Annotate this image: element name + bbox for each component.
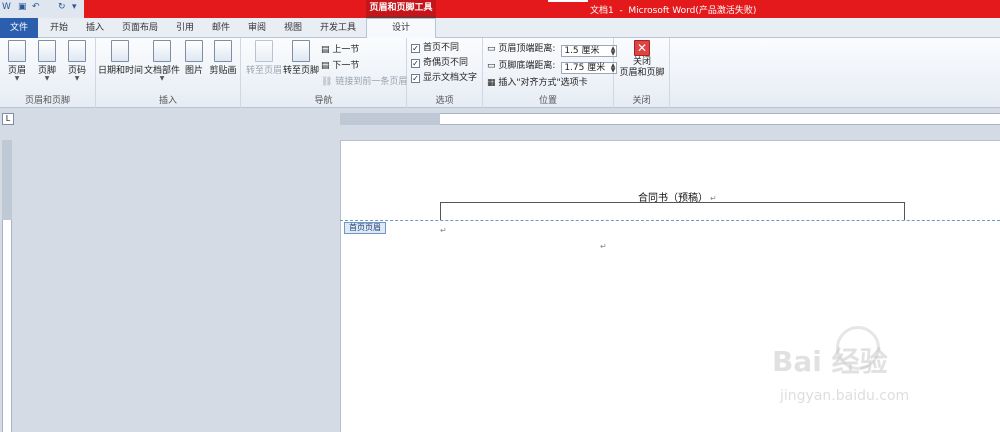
group-close: ✕ 关闭 页眉和页脚 关闭 [614, 38, 670, 108]
document-heading[interactable]: 合同书（预稿） ↵ [638, 189, 717, 204]
group-label: 关闭 [632, 96, 651, 106]
goto-header-button[interactable]: 转至页眉 [245, 40, 283, 76]
paragraph-mark: ↵ [710, 194, 717, 203]
header-boundary [340, 220, 1000, 221]
link-previous-button[interactable]: ⛓ 链接到前一条页眉 [321, 74, 407, 87]
tab-page-layout[interactable]: 页面布局 [116, 21, 164, 37]
tab-design[interactable]: 设计 [366, 18, 436, 39]
picture-icon [185, 40, 203, 62]
ribbon: 页眉 ▼ 页脚 ▼ 页码 ▼ 页眉和页脚 日期和时间 文档部件 ▼ 图片 剪贴画… [0, 38, 1000, 108]
tab-file[interactable]: 文件 [0, 18, 38, 38]
next-section-button[interactable]: ▤ 下一节 [321, 58, 359, 71]
page-number-button[interactable]: 页码 ▼ [62, 40, 92, 82]
dropdown-arrow-icon: ▼ [44, 75, 50, 82]
checkbox-checked-icon: ✓ [411, 59, 420, 68]
datetime-button[interactable]: 日期和时间 [98, 40, 143, 76]
context-tool-title: 页眉和页脚工具 [366, 0, 436, 18]
tab-selector[interactable]: L [2, 113, 14, 125]
group-label: 选项 [435, 96, 454, 106]
paragraph-mark: ↵ [600, 242, 607, 251]
group-label: 导航 [314, 96, 333, 106]
group-insert: 日期和时间 文档部件 ▼ 图片 剪贴画 插入 [96, 38, 241, 108]
clipart-button[interactable]: 剪贴画 [208, 40, 238, 76]
close-icon: ✕ [634, 40, 650, 56]
goto-footer-icon [292, 40, 310, 62]
title-bar-accent [84, 0, 1000, 18]
footer-bottom-distance: ▭ 页脚底端距离: 1.75 厘米 ▲ ▼ [487, 61, 618, 74]
picture-button[interactable]: 图片 [182, 40, 206, 76]
tab-view[interactable]: 视图 [278, 21, 308, 37]
checkbox-checked-icon: ✓ [411, 74, 420, 83]
doc-parts-button[interactable]: 文档部件 ▼ [144, 40, 180, 82]
header-distance-icon: ▭ [487, 44, 496, 54]
tab-references[interactable]: 引用 [170, 21, 200, 37]
link-icon: ⛓ [321, 77, 333, 87]
group-header-footer: 页眉 ▼ 页脚 ▼ 页码 ▼ 页眉和页脚 [0, 38, 96, 108]
footer-button[interactable]: 页脚 ▼ [32, 40, 62, 82]
doc-parts-icon [153, 40, 171, 62]
first-page-header-tag: 首页页眉 [344, 222, 386, 234]
group-navigation: 转至页眉 转至页脚 ▤ 上一节 ▤ 下一节 ⛓ 链接到前一条页眉 导航 [241, 38, 407, 108]
prev-section-icon: ▤ [321, 45, 330, 55]
group-label: 插入 [158, 96, 177, 106]
header-icon [8, 40, 26, 62]
goto-footer-button[interactable]: 转至页脚 [283, 40, 319, 76]
header-top-distance: ▭ 页眉顶端距离: 1.5 厘米 ▲ ▼ [487, 44, 618, 57]
goto-header-icon [255, 40, 273, 62]
ribbon-tabs: 文件 开始 插入 页面布局 引用 邮件 审阅 视图 开发工具 设计 [0, 18, 1000, 39]
dropdown-arrow-icon: ▼ [14, 75, 20, 82]
ruler-margin [340, 113, 440, 125]
tab-home[interactable]: 开始 [44, 21, 74, 37]
customize-icon[interactable]: ▾ [72, 2, 77, 15]
word-logo-icon: W [2, 2, 11, 12]
prev-section-button[interactable]: ▤ 上一节 [321, 42, 359, 55]
undo-icon[interactable]: ↶ [32, 2, 40, 15]
close-header-footer-button[interactable]: ✕ 关闭 页眉和页脚 [618, 40, 666, 79]
paragraph-mark: ↵ [440, 226, 447, 235]
tab-review[interactable]: 审阅 [242, 21, 272, 37]
watermark-url: jingyan.baidu.com [780, 388, 910, 404]
ruler-margin [2, 140, 12, 220]
footer-distance-icon: ▭ [487, 61, 496, 71]
checkbox-checked-icon: ✓ [411, 44, 420, 53]
footer-bottom-distance-input[interactable]: 1.75 厘米 ▲ ▼ [561, 62, 618, 74]
tab-mailings[interactable]: 邮件 [206, 21, 236, 37]
title-highlight [548, 0, 588, 2]
title-bar: W ▣ ↶ ↻ ▾ 页眉和页脚工具 文档1 - Microsoft Word(产… [0, 0, 1000, 18]
dropdown-arrow-icon: ▼ [74, 75, 80, 82]
alignment-tab-icon: ▦ [487, 78, 496, 88]
app-title: 文档1 - Microsoft Word(产品激活失败) [590, 6, 757, 16]
group-options: ✓ 首页不同 ✓ 奇偶页不同 ✓ 显示文档文字 选项 [407, 38, 483, 108]
header-button[interactable]: 页眉 ▼ [2, 40, 32, 82]
header-border [440, 202, 905, 220]
footer-icon [38, 40, 56, 62]
group-label: 页眉和页脚 [24, 96, 70, 106]
dropdown-arrow-icon: ▼ [159, 75, 165, 82]
next-section-icon: ▤ [321, 61, 330, 71]
show-document-text-checkbox[interactable]: ✓ 显示文档文字 [411, 70, 477, 83]
tab-developer[interactable]: 开发工具 [314, 21, 362, 37]
insert-alignment-tab-button[interactable]: ▦ 插入"对齐方式"选项卡 [487, 75, 588, 88]
page-number-icon [68, 40, 86, 62]
calendar-icon [111, 40, 129, 62]
save-icon[interactable]: ▣ [18, 2, 27, 15]
clipart-icon [214, 40, 232, 62]
tab-insert[interactable]: 插入 [80, 21, 110, 37]
header-top-distance-input[interactable]: 1.5 厘米 ▲ ▼ [561, 45, 618, 57]
watermark-brand: Bai 经验 [772, 345, 888, 378]
group-label: 位置 [538, 96, 557, 106]
different-first-page-checkbox[interactable]: ✓ 首页不同 [411, 40, 459, 53]
redo-icon[interactable]: ↻ [58, 2, 66, 15]
different-odd-even-checkbox[interactable]: ✓ 奇偶页不同 [411, 55, 468, 68]
group-position: ▭ 页眉顶端距离: 1.5 厘米 ▲ ▼ ▭ 页脚底端距离: 1.75 厘米 ▲ ▼ ▦… [483, 38, 618, 108]
